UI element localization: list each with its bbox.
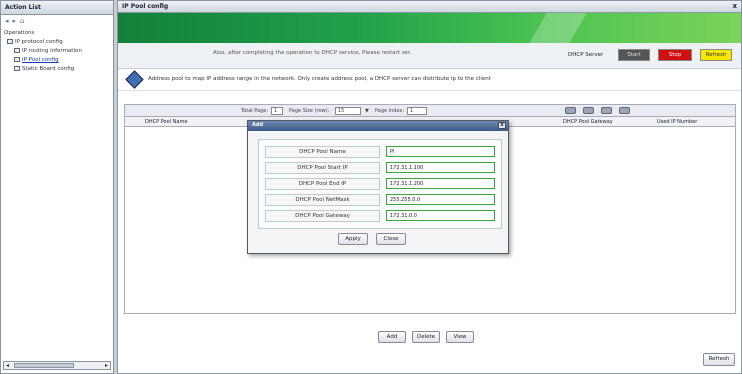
gateway-input[interactable] [385,210,495,221]
start-ip-input[interactable] [385,162,495,173]
green-banner [118,13,741,43]
start-button[interactable]: Start [618,49,650,61]
document-icon [14,48,20,53]
stop-button[interactable]: Stop [658,49,692,61]
info-bar: Address pool to map IP address range in … [118,69,741,91]
column-header-used-ip[interactable]: Used IP Number [657,119,697,125]
tree-item-static-board-config[interactable]: Static Board config [4,65,110,74]
refresh-button[interactable]: Refresh [703,353,735,366]
page-size-label: Page Size (row): [289,108,330,114]
add-button[interactable]: Add [378,331,406,343]
document-icon [14,57,20,62]
pool-name-label: DHCP Pool Name [265,145,380,158]
netmask-label: DHCP Pool NetMask [265,193,380,206]
pool-form: DHCP Pool Name DHCP Pool Start IP DHCP P… [258,139,502,229]
add-pool-dialog: Add x DHCP Pool Name DHCP Pool Start IP … [247,120,509,254]
dialog-title-bar: Add x [248,121,508,131]
document-icon [14,66,20,71]
next-page-icon[interactable] [601,107,612,114]
back-arrow-icon[interactable]: ◂ [5,17,9,25]
tree-item-ip-routing-information[interactable]: IP routing information [4,47,110,56]
home-icon[interactable]: ⌂ [20,17,24,25]
total-page-label: Total Page: [241,108,269,114]
form-row: DHCP Pool NetMask [265,192,495,207]
netmask-input[interactable] [385,194,495,205]
form-row: DHCP Pool Gateway [265,208,495,223]
start-ip-label: DHCP Pool Start IP [265,161,380,174]
prev-page-icon[interactable] [583,107,594,114]
pool-name-input[interactable] [385,146,495,157]
banner-stripe [529,13,587,43]
scrollbar-thumb[interactable] [14,363,74,368]
dhcp-refresh-button[interactable]: Refresh [700,49,732,61]
action-list-title: Action List [1,1,113,15]
pager-bar: Total Page: 1 Page Size (row): 15 ▼ Page… [125,105,735,117]
apply-button[interactable]: Apply [338,233,368,245]
window-title-bar: IP Pool config x [118,1,741,13]
folder-icon [7,39,13,44]
tree-item-ip-pool-config[interactable]: IP Pool config [4,56,110,65]
action-list-panel: Action List ◂ ▸ ⌂ Operations IP protocol… [0,0,114,374]
close-icon[interactable]: x [732,2,737,10]
info-text: Address pool to map IP address range in … [148,76,491,82]
last-page-icon[interactable] [619,107,630,114]
form-row: DHCP Pool End IP [265,176,495,191]
page-index-label: Page index: [375,108,405,114]
view-button[interactable]: View [446,331,474,343]
delete-button[interactable]: Delete [412,331,440,343]
column-header-pool-name[interactable]: DHCP Pool Name [145,119,187,125]
close-button[interactable]: Close [376,233,406,245]
window-title: IP Pool config [122,3,169,10]
dialog-buttons: Apply Close [338,233,406,245]
tree-item-ip-protocol-config[interactable]: IP protocol config [4,38,110,47]
page-size-select[interactable]: 15 [335,107,361,115]
column-header-pool-gateway[interactable]: DHCP Pool Gateway [563,119,613,125]
dhcp-server-label: DHCP Server [568,52,604,58]
forward-arrow-icon[interactable]: ▸ [13,17,17,25]
dialog-close-icon[interactable]: x [498,122,506,129]
form-row: DHCP Pool Name [265,144,495,159]
horizontal-scrollbar[interactable]: ◂ ▸ [3,361,111,370]
end-ip-input[interactable] [385,178,495,189]
dialog-title: Add [252,122,264,128]
page-index-input[interactable]: 1 [407,107,427,115]
total-page-value: 1 [271,107,283,115]
info-diamond-icon [125,70,144,89]
table-actions: Add Delete View [378,331,474,343]
action-list-toolbar: ◂ ▸ ⌂ [1,15,113,27]
gateway-label: DHCP Pool Gateway [265,209,380,222]
restart-message: Also, after completing the operation to … [213,50,412,56]
dropdown-arrow-icon[interactable]: ▼ [365,108,369,114]
status-bar: Also, after completing the operation to … [118,43,741,69]
action-tree: Operations IP protocol config IP routing… [1,27,113,76]
form-row: DHCP Pool Start IP [265,160,495,175]
scroll-right-icon[interactable]: ▸ [105,362,108,369]
tree-item-operations[interactable]: Operations [4,29,110,38]
scroll-left-icon[interactable]: ◂ [6,362,9,369]
first-page-icon[interactable] [565,107,576,114]
end-ip-label: DHCP Pool End IP [265,177,380,190]
